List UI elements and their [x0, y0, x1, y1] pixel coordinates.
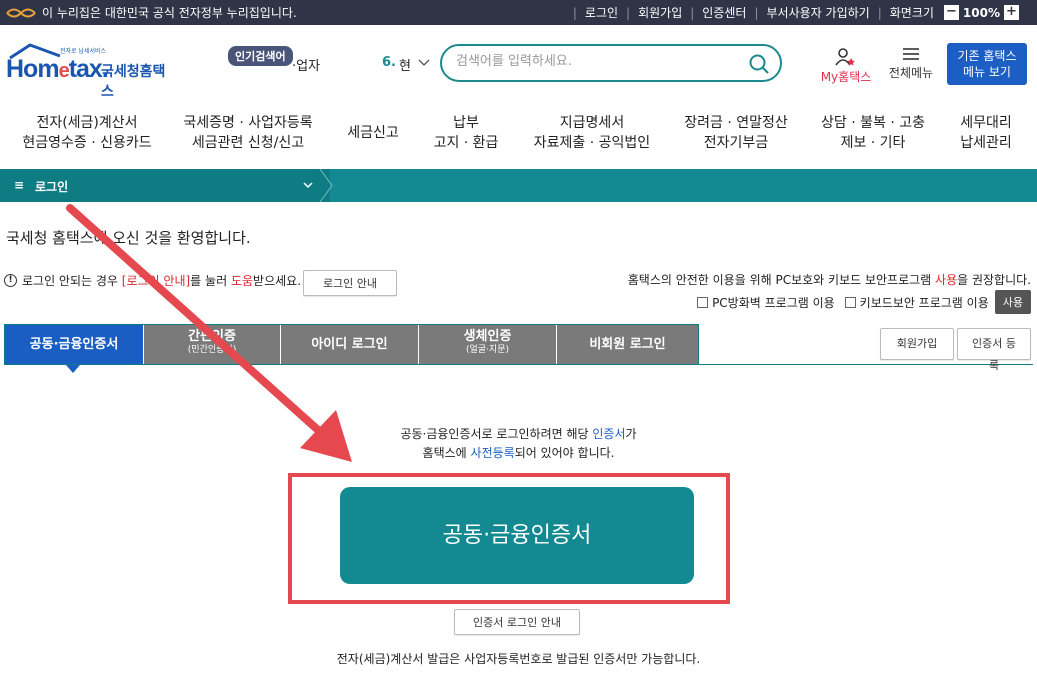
gnb-item-payment[interactable]: 납부 고지 · 환급	[430, 113, 502, 153]
pc-firewall-label: PC방화벽 프로그램 이용	[712, 295, 835, 310]
zoom-out-button[interactable]: −	[943, 5, 959, 20]
search-input[interactable]	[456, 54, 736, 69]
logo-tagline: 전자로 납세서비스	[60, 48, 107, 55]
gov-notice: 이 누리집은 대한민국 공식 전자정부 누리집입니다.	[42, 6, 297, 20]
login-help-notice: ! 로그인 안되는 경우 [로그인 안내] 를 눌러 도움 받으세요.	[4, 272, 301, 289]
old-menu-view-button[interactable]: 기존 홈택스 메뉴 보기	[947, 43, 1027, 85]
top-dept-user-link[interactable]: 부서사용자 가입하기	[767, 4, 870, 21]
search-icon[interactable]	[748, 53, 770, 75]
tab-guest-login[interactable]: 비회원 로그인	[557, 325, 698, 365]
pc-firewall-checkbox[interactable]	[697, 296, 709, 308]
all-menu-button[interactable]: 전체메뉴	[884, 47, 938, 81]
gnb-item-e-invoice[interactable]: 전자(세금)계산서 현금영수증 · 신용카드	[22, 113, 152, 153]
breadcrumb-label: 로그인	[35, 180, 69, 194]
cert-register-button[interactable]: 인증서 등록	[957, 328, 1031, 372]
header: 전자로 납세서비스 Hometax. 국세청홈택스 인기검색어 ·업자 6. 현…	[0, 25, 1037, 103]
breadcrumb-separator-icon	[318, 169, 333, 202]
login-guide-link[interactable]: [로그인 안내]	[122, 272, 190, 289]
popular-search-badge: 인기검색어	[228, 46, 293, 66]
hometax-logo[interactable]: 전자로 납세서비스 Hometax. 국세청홈택스	[6, 43, 178, 100]
hamburger-menu-icon	[903, 48, 919, 60]
popular-search-rank: 6.	[382, 55, 396, 70]
popular-search-word[interactable]: ·업자	[292, 55, 320, 74]
top-login-link[interactable]: 로그인	[585, 4, 618, 21]
keyboard-security-label: 키보드보안 프로그램 이용	[859, 295, 989, 310]
gnb-item-payment-statement[interactable]: 지급명세서 자료제출 · 공익법인	[530, 113, 654, 153]
cert-requirement-line1: 공동·금융인증서로 로그인하려면 해당 인증서가	[400, 427, 637, 441]
tab-joint-financial-cert[interactable]: 공동·금융인증서	[5, 325, 144, 365]
warning-icon: !	[4, 274, 17, 287]
login-tabs: 공동·금융인증서 간편인증 (민간인증서) 아이디 로그인 생체인증 (얼굴·지…	[4, 324, 699, 365]
screen-size-label: 화면크기	[889, 6, 934, 20]
help-link[interactable]: 도움	[231, 272, 253, 289]
footer-note: 전자(세금)계산서 발급은 사업자등록번호로 발급된 인증서만 가능합니다.	[336, 652, 701, 666]
security-recommend-text: 홈택스의 안전한 이용을 위해 PC보호와 키보드 보안프로그램 사용을 권장합…	[627, 273, 1031, 287]
top-join-link[interactable]: 회원가입	[638, 4, 682, 21]
all-menu-label: 전체메뉴	[888, 66, 934, 80]
breadcrumb-bar: ≡ 로그인	[0, 169, 1037, 202]
chevron-down-icon[interactable]	[303, 181, 313, 189]
gov-links: | 로그인 | 회원가입 | 인증센터 | 부서사용자 가입하기 | 화면크기 …	[565, 0, 1023, 25]
tab-simple-auth[interactable]: 간편인증 (민간인증서)	[144, 325, 281, 365]
tab-biometric[interactable]: 생체인증 (얼굴·지문)	[419, 325, 557, 365]
cert-login-guide-button[interactable]: 인증서 로그인 안내	[454, 609, 580, 635]
apply-security-button[interactable]: 사용	[994, 290, 1031, 314]
zoom-level: 100%	[962, 5, 1000, 20]
gov-bar: 이 누리집은 대한민국 공식 전자정부 누리집입니다. | 로그인 | 회원가입…	[0, 0, 1037, 25]
menu-icon: ≡	[14, 178, 25, 192]
zoom-in-button[interactable]: +	[1004, 5, 1019, 20]
my-hometax-button[interactable]: My홈택스	[816, 47, 876, 85]
gnb-item-tax-return[interactable]: 세금신고	[338, 123, 408, 143]
gnb-item-tax-agent[interactable]: 세무대리 납세관리	[954, 113, 1018, 153]
gnb-item-incentive[interactable]: 장려금 · 연말정산 전자기부금	[680, 113, 792, 153]
joint-financial-cert-login-button[interactable]: 공동·금융인증서	[340, 487, 694, 584]
cert-requirement-line2: 홈택스에 사전등록되어 있어야 합니다.	[422, 446, 615, 460]
popular-search-rank-word[interactable]: 현	[399, 55, 411, 74]
user-star-icon	[835, 48, 855, 66]
tab-underline	[4, 364, 1033, 365]
active-tab-pointer-icon	[66, 365, 80, 373]
logo-korean-name: 국세청홈택스	[101, 64, 166, 100]
gnb-item-consulting[interactable]: 상담 · 불복 · 고충 제보 · 기타	[818, 113, 928, 153]
security-options: PC방화벽 프로그램 이용 키보드보안 프로그램 이용 사용	[687, 290, 1031, 314]
search-box	[440, 44, 782, 82]
gnb-item-certificate[interactable]: 국세증명 · 사업자등록 세금관련 신청/신고	[180, 113, 316, 153]
join-button[interactable]: 회원가입	[880, 328, 954, 360]
login-guide-button[interactable]: 로그인 안내	[303, 270, 397, 296]
top-cert-center-link[interactable]: 인증센터	[702, 4, 746, 21]
government-emblem-icon	[6, 8, 36, 17]
chevron-down-icon[interactable]	[418, 57, 430, 67]
breadcrumb[interactable]: ≡ 로그인	[0, 169, 330, 202]
my-hometax-label: My홈택스	[820, 70, 872, 84]
welcome-heading: 국세청 홈택스에 오신 것을 환영합니다.	[6, 229, 251, 247]
tab-id-login[interactable]: 아이디 로그인	[281, 325, 419, 365]
global-nav: 전자(세금)계산서 현금영수증 · 신용카드 국세증명 · 사업자등록 세금관련 신…	[0, 103, 1037, 169]
keyboard-security-checkbox[interactable]	[844, 296, 856, 308]
logo-brand: Hometax.	[6, 55, 109, 83]
